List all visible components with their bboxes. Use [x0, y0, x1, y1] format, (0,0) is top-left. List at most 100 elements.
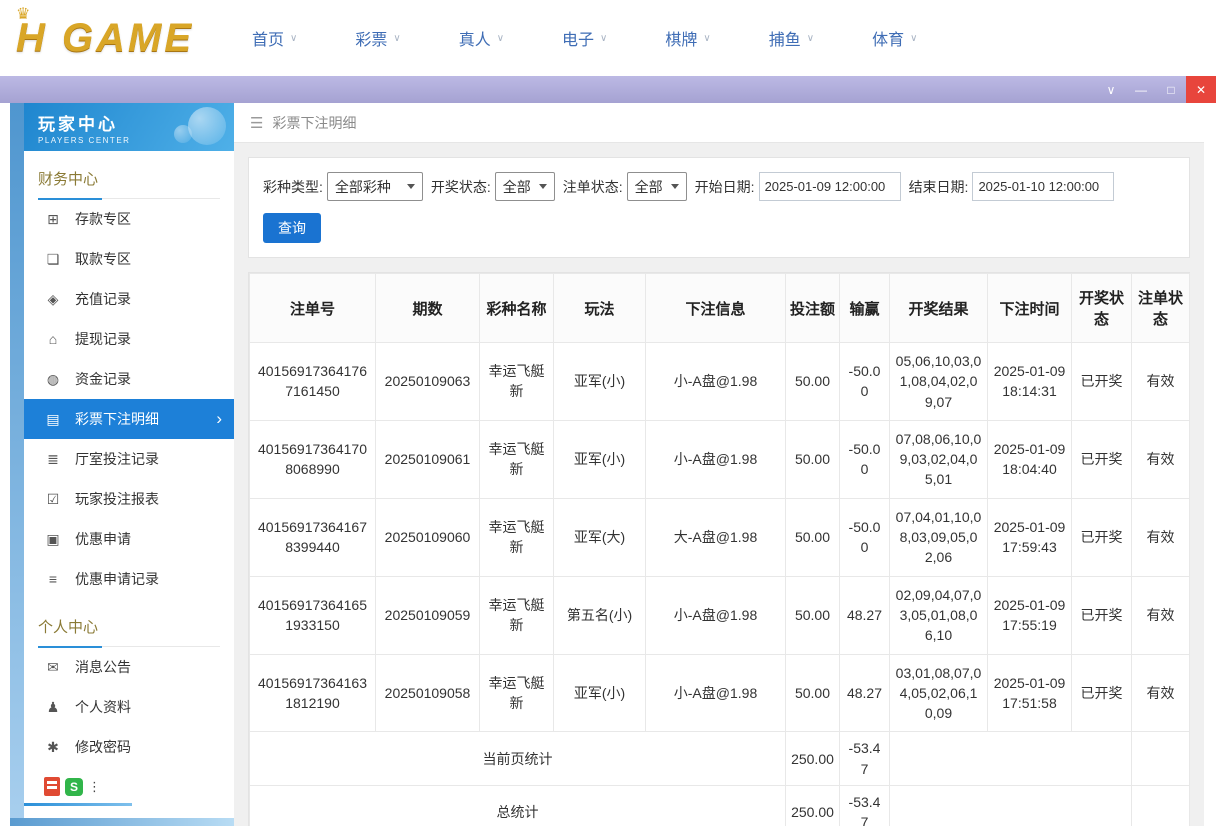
- table-cell: 50.00: [785, 653, 840, 733]
- search-button[interactable]: 查询: [263, 213, 321, 243]
- order-status-select[interactable]: 全部: [626, 172, 687, 201]
- table-cell: 07,04,01,10,08,03,09,05,02,06: [889, 497, 988, 577]
- chevron-down-icon: [406, 184, 415, 189]
- sidebar-header: 玩家中心 PLAYERS CENTER: [24, 103, 234, 151]
- nav-item-label: 捕鱼: [768, 32, 801, 49]
- lottery-type-select[interactable]: 全部彩种: [326, 172, 423, 201]
- table-cell: 48.27: [839, 653, 890, 733]
- table-cell: 401569173641631812190: [249, 653, 376, 733]
- table-cell: 401569173641651933150: [249, 575, 376, 655]
- nav-item[interactable]: 棋牌 ∨: [665, 26, 710, 50]
- brand-logo[interactable]: ♛ H GAME: [16, 6, 194, 61]
- end-date-filter: 结束日期:: [909, 172, 1115, 201]
- sidebar-item-message[interactable]: ✉ 消息公告: [24, 647, 234, 687]
- table-cell: 亚军(小): [553, 419, 646, 499]
- table-body: 401569173641767161450 20250109063 幸运飞艇新 亚军(…: [249, 342, 1190, 826]
- table-cell: 20250109063: [375, 342, 480, 421]
- sidebar-item-promo-record[interactable]: ≡ 优惠申请记录: [24, 559, 234, 599]
- summary-empty-cell: [1131, 785, 1190, 826]
- table-cell: 幸运飞艇新: [479, 497, 554, 577]
- sidebar-item-player-report[interactable]: ☑ 玩家投注报表: [24, 479, 234, 519]
- maximize-icon[interactable]: □: [1156, 76, 1186, 103]
- table-cell: 2025-01-09 17:59:43: [987, 497, 1072, 577]
- table-cell: 有效: [1131, 575, 1190, 655]
- table-cell: 已开奖: [1071, 419, 1132, 499]
- summary-win-loss: -53.47: [839, 785, 890, 826]
- start-date-label: 开始日期:: [694, 178, 755, 195]
- column-header: 期数: [375, 273, 480, 343]
- nav-item-label: 电子: [562, 32, 595, 49]
- message-icon: ✉: [47, 658, 59, 675]
- chevron-down-icon: ∨: [496, 32, 505, 44]
- sidebar: 玩家中心 PLAYERS CENTER 财务中心 ⊞ 存款专区 ❏ 取款专区 ◈ 充值记录 ⌂…: [24, 103, 234, 818]
- funds-record-icon: ◍: [46, 370, 60, 387]
- sidebar-item-withdrawal-record[interactable]: ⌂ 提现记录: [24, 319, 234, 359]
- screen: ♛ H GAME 首页 ∨ 彩票 ∨ 真人 ∨ 电子 ∨ 棋牌 ∨ 捕鱼 ∨ 体育 ∨ ∨ — □ ✕ 玩家中心…: [0, 0, 1216, 826]
- sidebar-subtitle: PLAYERS CENTER: [38, 136, 131, 145]
- crown-icon: ♛: [16, 5, 34, 23]
- hall-bet-record-icon: ≣: [47, 450, 59, 467]
- minimize-icon[interactable]: —: [1126, 76, 1156, 103]
- table-cell: 50.00: [785, 575, 840, 655]
- withdraw-icon: ❏: [46, 250, 60, 267]
- green-s-app-icon[interactable]: S: [65, 777, 83, 796]
- table-header-row: 注单号 期数 彩种名称 玩法 下注信息 投注额 输赢 开奖结果 下注时间 开奖状态 注单状态: [249, 273, 1190, 343]
- sidebar-item-hall-bet-record[interactable]: ≣ 厅室投注记录: [24, 439, 234, 479]
- table-cell: 小-A盘@1.98: [645, 575, 786, 655]
- table-cell: 50.00: [785, 419, 840, 499]
- sidebar-item-profile[interactable]: ♟ 个人资料: [24, 687, 234, 727]
- end-date-input[interactable]: [972, 172, 1115, 201]
- close-icon[interactable]: ✕: [1186, 76, 1216, 103]
- hamburger-icon[interactable]: ☰: [250, 114, 263, 132]
- floating-app-icons: S ⋮: [44, 777, 101, 796]
- table-cell: -50.00: [839, 497, 890, 577]
- sidebar-item-promo-apply[interactable]: ▣ 优惠申请: [24, 519, 234, 559]
- sidebar-item-funds-record[interactable]: ◍ 资金记录: [24, 359, 234, 399]
- lottery-type-value: 全部彩种: [334, 178, 391, 195]
- column-header: 下注信息: [645, 273, 786, 343]
- table-row: 401569173641678399440 20250109060 幸运飞艇新 亚军(…: [249, 497, 1190, 577]
- draw-status-select[interactable]: 全部: [494, 172, 555, 201]
- chevron-down-icon: [670, 184, 679, 189]
- recharge-record-icon: ◈: [47, 290, 59, 307]
- table-cell: 已开奖: [1071, 653, 1132, 733]
- column-header: 玩法: [553, 273, 646, 343]
- profile-icon: ♟: [46, 698, 60, 715]
- table-cell: 02,09,04,07,03,05,01,08,06,10: [889, 575, 988, 655]
- summary-row: 总统计 250.00 -53.47: [249, 785, 1190, 826]
- lottery-bet-detail-icon: ▤: [46, 410, 60, 427]
- column-header: 注单状态: [1131, 273, 1190, 343]
- nav-item[interactable]: 电子 ∨: [562, 26, 607, 50]
- lottery-type-filter: 彩种类型: 全部彩种: [263, 172, 423, 201]
- chevron-right-icon: ›: [216, 409, 222, 428]
- sidebar-section-header: 个人中心: [24, 599, 234, 648]
- sidebar-item-withdraw[interactable]: ❏ 取款专区: [24, 239, 234, 279]
- nav-item[interactable]: 捕鱼 ∨: [769, 26, 814, 50]
- table-cell: 50.00: [785, 342, 840, 421]
- summary-empty-cell: [889, 731, 1132, 787]
- sidebar-item-lottery-bet-detail[interactable]: ▤ 彩票下注明细 ›: [24, 399, 234, 439]
- sidebar-item-recharge-record[interactable]: ◈ 充值记录: [24, 279, 234, 319]
- sidebar-item-deposit[interactable]: ⊞ 存款专区: [24, 199, 234, 239]
- collapse-icon[interactable]: ∨: [1096, 76, 1126, 103]
- table-cell: -50.00: [839, 419, 890, 499]
- nav-item[interactable]: 真人 ∨: [459, 26, 504, 50]
- nav-item[interactable]: 首页 ∨: [252, 26, 297, 50]
- chevron-down-icon: ∨: [703, 32, 711, 44]
- start-date-input[interactable]: [758, 172, 901, 201]
- table-cell: 亚军(小): [553, 342, 646, 421]
- chevron-down-icon: ∨: [290, 32, 298, 44]
- sidebar-item-label: 消息公告: [75, 659, 131, 675]
- window-titlebar: ∨ — □ ✕: [0, 76, 1216, 103]
- main-nav: 首页 ∨ 彩票 ∨ 真人 ∨ 电子 ∨ 棋牌 ∨ 捕鱼 ∨ 体育 ∨: [252, 26, 917, 50]
- table-row: 401569173641631812190 20250109058 幸运飞艇新 亚军(…: [249, 653, 1190, 733]
- main-content: ☰ 彩票下注明细 彩种类型: 全部彩种 开奖状态: 全部 注单状态: 全部 开始…: [234, 103, 1204, 826]
- table-cell: 2025-01-09 17:55:19: [987, 575, 1072, 655]
- table-cell: 已开奖: [1071, 342, 1132, 421]
- more-dots-icon[interactable]: ⋮: [88, 780, 101, 793]
- nav-item[interactable]: 体育 ∨: [872, 26, 917, 50]
- red-doc-app-icon[interactable]: [44, 777, 60, 796]
- nav-item[interactable]: 彩票 ∨: [355, 26, 400, 50]
- sidebar-item-password[interactable]: ✱ 修改密码: [24, 727, 234, 767]
- chevron-down-icon: ∨: [806, 32, 815, 44]
